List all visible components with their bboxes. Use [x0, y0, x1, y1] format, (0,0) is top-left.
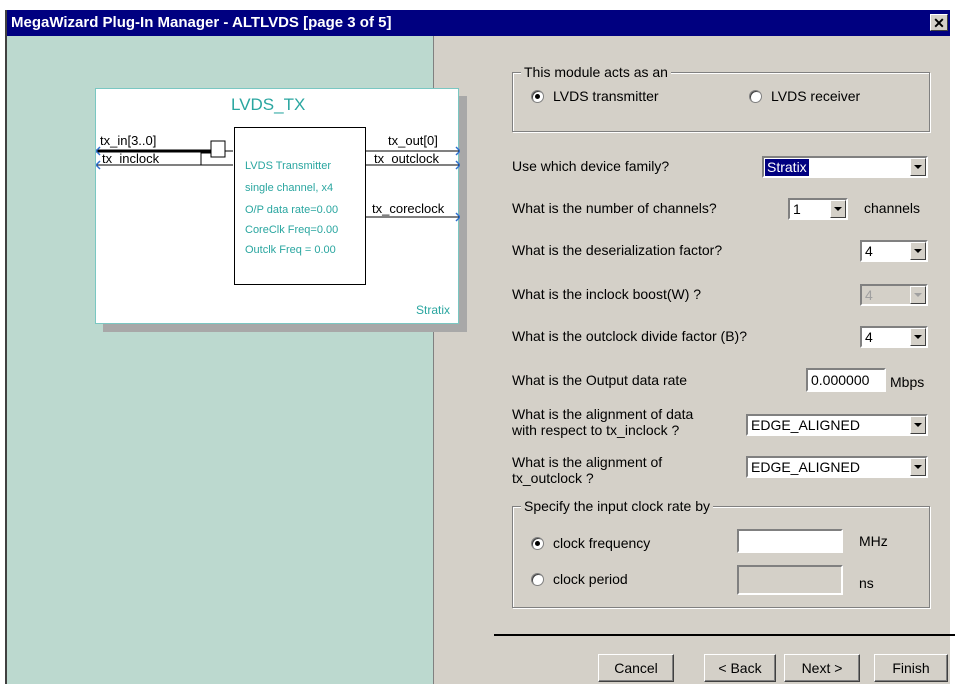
deser-select[interactable]: 4: [860, 240, 928, 262]
align-data-line2: with respect to tx_inclock ?: [512, 422, 680, 438]
button-separator: [494, 634, 955, 636]
boost-select: 4: [860, 284, 928, 306]
info-line: O/P data rate=0.00: [245, 204, 339, 216]
family-value: Stratix: [765, 159, 809, 176]
info-line: CoreClk Freq=0.00: [245, 224, 339, 236]
window-title: MegaWizard Plug-In Manager - ALTLVDS [pa…: [11, 14, 392, 31]
align-data-select[interactable]: EDGE_ALIGNED: [746, 414, 928, 436]
channels-select[interactable]: 1: [788, 198, 848, 220]
family-select[interactable]: Stratix: [762, 156, 928, 178]
close-button[interactable]: ✕: [930, 14, 948, 31]
clock-frequency-input[interactable]: [737, 529, 843, 553]
channels-unit: channels: [864, 200, 921, 216]
chevron-down-icon[interactable]: [910, 242, 926, 260]
cancel-button[interactable]: Cancel: [598, 654, 674, 682]
radio-clock-period[interactable]: [531, 573, 544, 586]
frequency-unit: MHz: [859, 533, 888, 549]
input-port-tx-inclock: tx_inclock: [102, 151, 160, 166]
align-out-value: EDGE_ALIGNED: [751, 459, 860, 475]
settings-pane: This module acts as an LVDS transmitter …: [434, 36, 955, 684]
radio-lvds-receiver[interactable]: [749, 90, 762, 103]
rate-value: 0.000000: [811, 372, 870, 388]
clock-period-input: [737, 565, 843, 595]
align-out-line1: What is the alignment of: [512, 454, 663, 470]
label-lvds-transmitter[interactable]: LVDS transmitter: [553, 88, 659, 104]
lvds-symbol: LVDS_TX tx_in[3..0] tx_inclock tx_out[0]…: [95, 88, 460, 324]
module-role-group: This module acts as an LVDS transmitter …: [512, 64, 930, 132]
chevron-down-icon[interactable]: [910, 458, 926, 476]
align-data-label: What is the alignment of data with respe…: [512, 406, 693, 438]
clock-rate-caption: Specify the input clock rate by: [521, 498, 713, 514]
outdiv-value: 4: [865, 329, 873, 345]
symbol-preview-pane: LVDS_TX tx_in[3..0] tx_inclock tx_out[0]…: [7, 36, 467, 684]
family-label: Use which device family?: [512, 158, 670, 174]
info-line: Outclk Freq = 0.00: [245, 244, 336, 256]
output-port-tx-out: tx_out[0]: [388, 133, 438, 148]
info-line: single channel, x4: [245, 182, 334, 194]
radio-lvds-transmitter[interactable]: [531, 90, 544, 103]
info-line: LVDS Transmitter: [245, 160, 331, 172]
next-button[interactable]: Next >: [784, 654, 860, 682]
channels-label: What is the number of channels?: [512, 200, 717, 216]
finish-button[interactable]: Finish: [874, 654, 948, 682]
align-data-value: EDGE_ALIGNED: [751, 417, 860, 433]
outdiv-label: What is the outclock divide factor (B)?: [512, 328, 747, 344]
megawizard-window: MegaWizard Plug-In Manager - ALTLVDS [pa…: [5, 10, 955, 684]
chevron-down-icon[interactable]: [830, 200, 846, 218]
module-role-caption: This module acts as an: [521, 64, 671, 80]
boost-label: What is the inclock boost(W) ?: [512, 286, 702, 302]
label-lvds-receiver[interactable]: LVDS receiver: [771, 88, 860, 104]
back-button[interactable]: < Back: [704, 654, 776, 682]
rate-input[interactable]: 0.000000: [806, 368, 886, 392]
align-out-select[interactable]: EDGE_ALIGNED: [746, 456, 928, 478]
label-clock-period[interactable]: clock period: [553, 571, 628, 587]
input-port-tx-in: tx_in[3..0]: [100, 133, 157, 148]
align-data-line1: What is the alignment of data: [512, 406, 694, 422]
chevron-down-icon: [910, 286, 926, 304]
label-clock-frequency[interactable]: clock frequency: [553, 535, 650, 551]
rate-label: What is the Output data rate: [512, 372, 688, 388]
chevron-down-icon[interactable]: [910, 416, 926, 434]
align-out-line2: tx_outclock ?: [512, 470, 594, 486]
boost-value: 4: [865, 287, 873, 303]
output-port-tx-outclock: tx_outclock: [374, 151, 440, 166]
chevron-down-icon[interactable]: [910, 328, 926, 346]
deser-label: What is the deserialization factor?: [512, 242, 723, 258]
transmitter-block: LVDS Transmitter single channel, x4 O/P …: [234, 127, 366, 285]
radio-clock-frequency[interactable]: [531, 537, 544, 550]
deser-value: 4: [865, 243, 873, 259]
channels-value: 1: [793, 201, 801, 217]
title-bar: MegaWizard Plug-In Manager - ALTLVDS [pa…: [7, 10, 950, 36]
period-unit: ns: [859, 575, 874, 591]
rate-unit: Mbps: [890, 374, 925, 390]
align-out-label: What is the alignment of tx_outclock ?: [512, 454, 662, 486]
outdiv-select[interactable]: 4: [860, 326, 928, 348]
clock-rate-group: Specify the input clock rate by clock fr…: [512, 498, 930, 608]
chevron-down-icon[interactable]: [910, 158, 926, 176]
